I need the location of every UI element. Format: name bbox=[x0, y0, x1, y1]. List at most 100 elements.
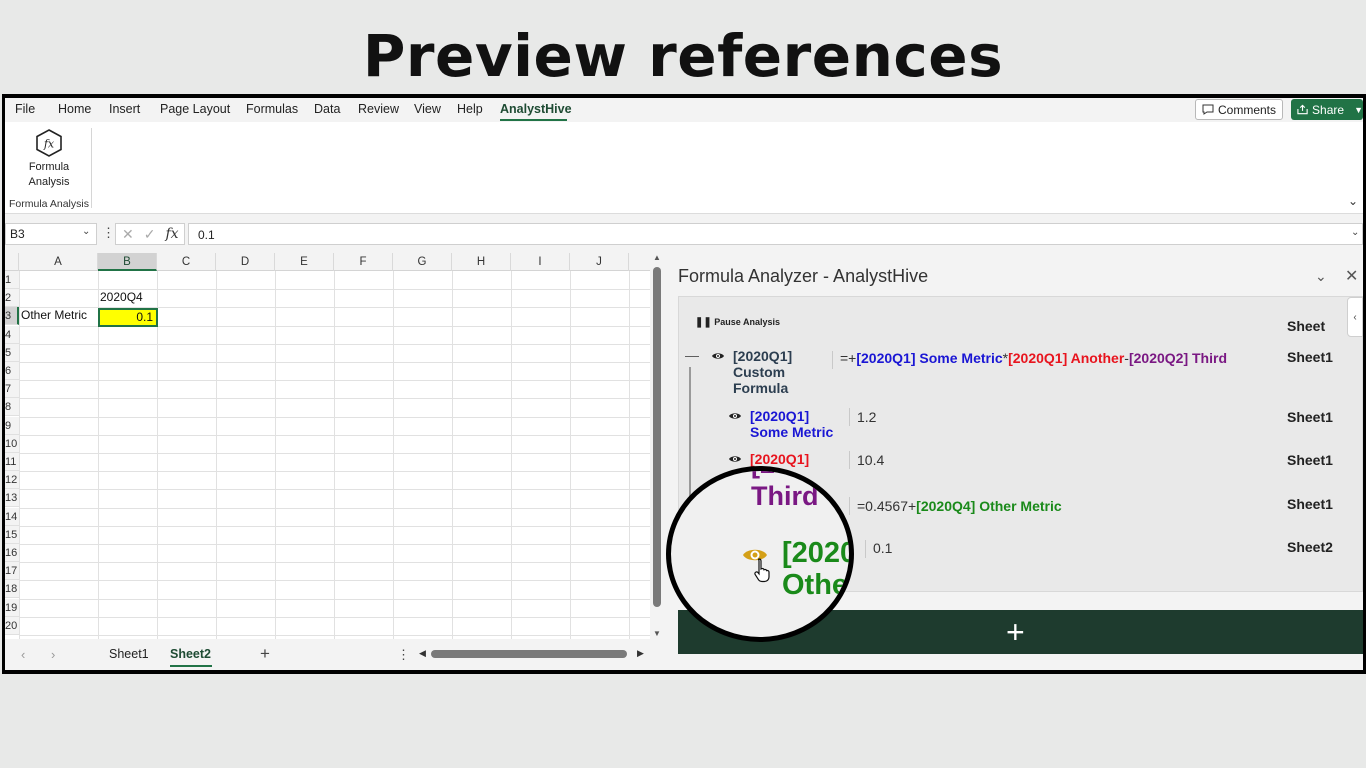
horizontal-scrollbar[interactable]: ◀ ▶ bbox=[419, 648, 645, 660]
row-header-1[interactable]: 1 bbox=[5, 271, 19, 289]
column-gridline bbox=[570, 271, 571, 639]
cancel-icon[interactable]: ✕ bbox=[122, 226, 134, 243]
next-sheet-icon[interactable]: › bbox=[51, 647, 55, 662]
column-header-j[interactable]: J bbox=[570, 253, 629, 271]
row-header-18[interactable]: 18 bbox=[5, 580, 19, 599]
menu-insert[interactable]: Insert bbox=[109, 102, 140, 116]
formula-expand-icon[interactable]: ⌄ bbox=[1351, 227, 1359, 238]
menu-help[interactable]: Help bbox=[457, 102, 483, 116]
vertical-scroll-thumb[interactable] bbox=[653, 267, 661, 607]
column-header-d[interactable]: D bbox=[216, 253, 275, 271]
row-header-7[interactable]: 7 bbox=[5, 380, 19, 399]
row-header-20[interactable]: 20 bbox=[5, 616, 19, 635]
row-header-11[interactable]: 11 bbox=[5, 453, 19, 471]
sheet-value: Sheet1 bbox=[1287, 409, 1333, 425]
reference-value: 1.2 bbox=[857, 409, 877, 425]
row-header-14[interactable]: 14 bbox=[5, 507, 19, 526]
comment-icon bbox=[1202, 104, 1214, 115]
row-header-8[interactable]: 8 bbox=[5, 398, 19, 417]
row-header-12[interactable]: 12 bbox=[5, 471, 19, 490]
column-header-h[interactable]: H bbox=[452, 253, 511, 271]
column-header-i[interactable]: I bbox=[511, 253, 570, 271]
cell-b3-selected[interactable]: 0.1 bbox=[98, 308, 158, 327]
eye-icon[interactable] bbox=[728, 411, 742, 421]
active-sheet-indicator bbox=[170, 665, 212, 667]
name-line: Custom bbox=[733, 364, 786, 380]
horizontal-scroll-thumb[interactable] bbox=[431, 650, 627, 658]
fx-hexagon-icon: fx bbox=[36, 129, 62, 157]
sheet-tab-bar: ‹ › Sheet1 Sheet2 + ⋮ ◀ ▶ bbox=[5, 639, 665, 670]
pause-analysis-button[interactable]: ❚❚ Pause Analysis bbox=[695, 317, 780, 328]
formula-input[interactable]: 0.1 bbox=[188, 223, 1363, 245]
pane-side-collapse-icon[interactable]: ‹ bbox=[1347, 297, 1363, 337]
formula-part: =0.4567+ bbox=[857, 498, 917, 514]
scroll-left-icon[interactable]: ◀ bbox=[419, 648, 426, 659]
column-header-f[interactable]: F bbox=[334, 253, 393, 271]
cell-separator bbox=[849, 497, 850, 515]
comments-button[interactable]: Comments bbox=[1195, 99, 1283, 120]
formula-bar: B3 ⌄ ⋮ ✕ ✓ fx 0.1 ⌄ bbox=[5, 222, 1363, 246]
menu-file[interactable]: File bbox=[15, 102, 35, 116]
select-all-corner[interactable] bbox=[5, 253, 19, 271]
cell-a3[interactable]: Other Metric bbox=[21, 308, 87, 322]
reference-name: [2020Q1] bbox=[750, 451, 809, 467]
row-header-16[interactable]: 16 bbox=[5, 544, 19, 562]
cell-b2[interactable]: 2020Q4 bbox=[100, 290, 143, 304]
column-header-b[interactable]: B bbox=[98, 253, 157, 271]
prev-sheet-icon[interactable]: ‹ bbox=[21, 647, 25, 662]
formula-bar-actions: ✕ ✓ fx bbox=[115, 223, 185, 245]
row-header-13[interactable]: 13 bbox=[5, 489, 19, 508]
menu-page-layout[interactable]: Page Layout bbox=[160, 102, 230, 116]
tab-options-icon[interactable]: ⋮ bbox=[397, 647, 410, 663]
formula-part: [2020Q4] Other Metric bbox=[916, 498, 1062, 514]
tab-sheet1[interactable]: Sheet1 bbox=[109, 647, 149, 661]
row-header-15[interactable]: 15 bbox=[5, 525, 19, 544]
tab-sheet2[interactable]: Sheet2 bbox=[170, 647, 211, 661]
pane-options-chevron-icon[interactable]: ⌄ bbox=[1315, 268, 1327, 285]
row-header-2[interactable]: 2 bbox=[5, 289, 19, 308]
formula-text: =0.4567+[2020Q4] Other Metric bbox=[857, 498, 1062, 514]
insert-function-icon[interactable]: fx bbox=[165, 226, 178, 242]
row-header-9[interactable]: 9 bbox=[5, 416, 19, 435]
row-header-5[interactable]: 5 bbox=[5, 343, 19, 362]
row-header-4[interactable]: 4 bbox=[5, 325, 19, 344]
more-options-icon[interactable]: ⋮ bbox=[102, 225, 115, 241]
formula-part: [2020Q1] Another bbox=[1008, 350, 1125, 366]
formula-analysis-button[interactable]: fx Formula Analysis bbox=[9, 126, 89, 188]
pane-close-icon[interactable]: ✕ bbox=[1345, 266, 1358, 286]
menu-view[interactable]: View bbox=[414, 102, 441, 116]
vertical-scrollbar[interactable]: ▲ ▼ bbox=[650, 253, 664, 639]
eye-icon[interactable] bbox=[711, 351, 725, 361]
menu-data[interactable]: Data bbox=[314, 102, 340, 116]
scroll-right-icon[interactable]: ▶ bbox=[637, 648, 644, 659]
headline: Preview references bbox=[362, 22, 1004, 90]
row-header-6[interactable]: 6 bbox=[5, 362, 19, 380]
column-gridline bbox=[19, 271, 20, 639]
spreadsheet-grid[interactable]: A B C D E F G H I J 1 2 3 4 5 6 7 8 9 10 11 12 13 14 1… bbox=[5, 253, 650, 639]
column-header-e[interactable]: E bbox=[275, 253, 334, 271]
scroll-up-icon[interactable]: ▲ bbox=[653, 253, 661, 262]
confirm-icon[interactable]: ✓ bbox=[144, 226, 156, 243]
name-box-dropdown-icon[interactable]: ⌄ bbox=[82, 226, 90, 237]
menu-home[interactable]: Home bbox=[58, 102, 91, 116]
row-header-19[interactable]: 19 bbox=[5, 598, 19, 617]
column-header-a[interactable]: A bbox=[19, 253, 98, 271]
ribbon-collapse-chevron-icon[interactable]: ⌄ bbox=[1348, 194, 1358, 208]
collapse-node-icon[interactable]: — bbox=[685, 347, 699, 363]
row-header-3[interactable]: 3 bbox=[5, 307, 19, 326]
menu-review[interactable]: Review bbox=[358, 102, 399, 116]
row-header-10[interactable]: 10 bbox=[5, 434, 19, 453]
add-sheet-button[interactable]: + bbox=[260, 644, 270, 664]
chevron-down-icon[interactable]: ▼ bbox=[1354, 105, 1363, 115]
share-button[interactable]: Share ▼ bbox=[1291, 99, 1363, 120]
menu-formulas[interactable]: Formulas bbox=[246, 102, 298, 116]
column-header-g[interactable]: G bbox=[393, 253, 452, 271]
row-header-17[interactable]: 17 bbox=[5, 562, 19, 581]
column-header-c[interactable]: C bbox=[157, 253, 216, 271]
menu-analysthive[interactable]: AnalystHive bbox=[500, 102, 572, 116]
scroll-down-icon[interactable]: ▼ bbox=[653, 629, 661, 638]
formula-part: [2020Q2] Third bbox=[1128, 350, 1227, 366]
column-header-row: A B C D E F G H I J bbox=[5, 253, 650, 271]
name-line: Some Metric bbox=[750, 424, 834, 440]
eye-icon[interactable] bbox=[728, 454, 742, 464]
